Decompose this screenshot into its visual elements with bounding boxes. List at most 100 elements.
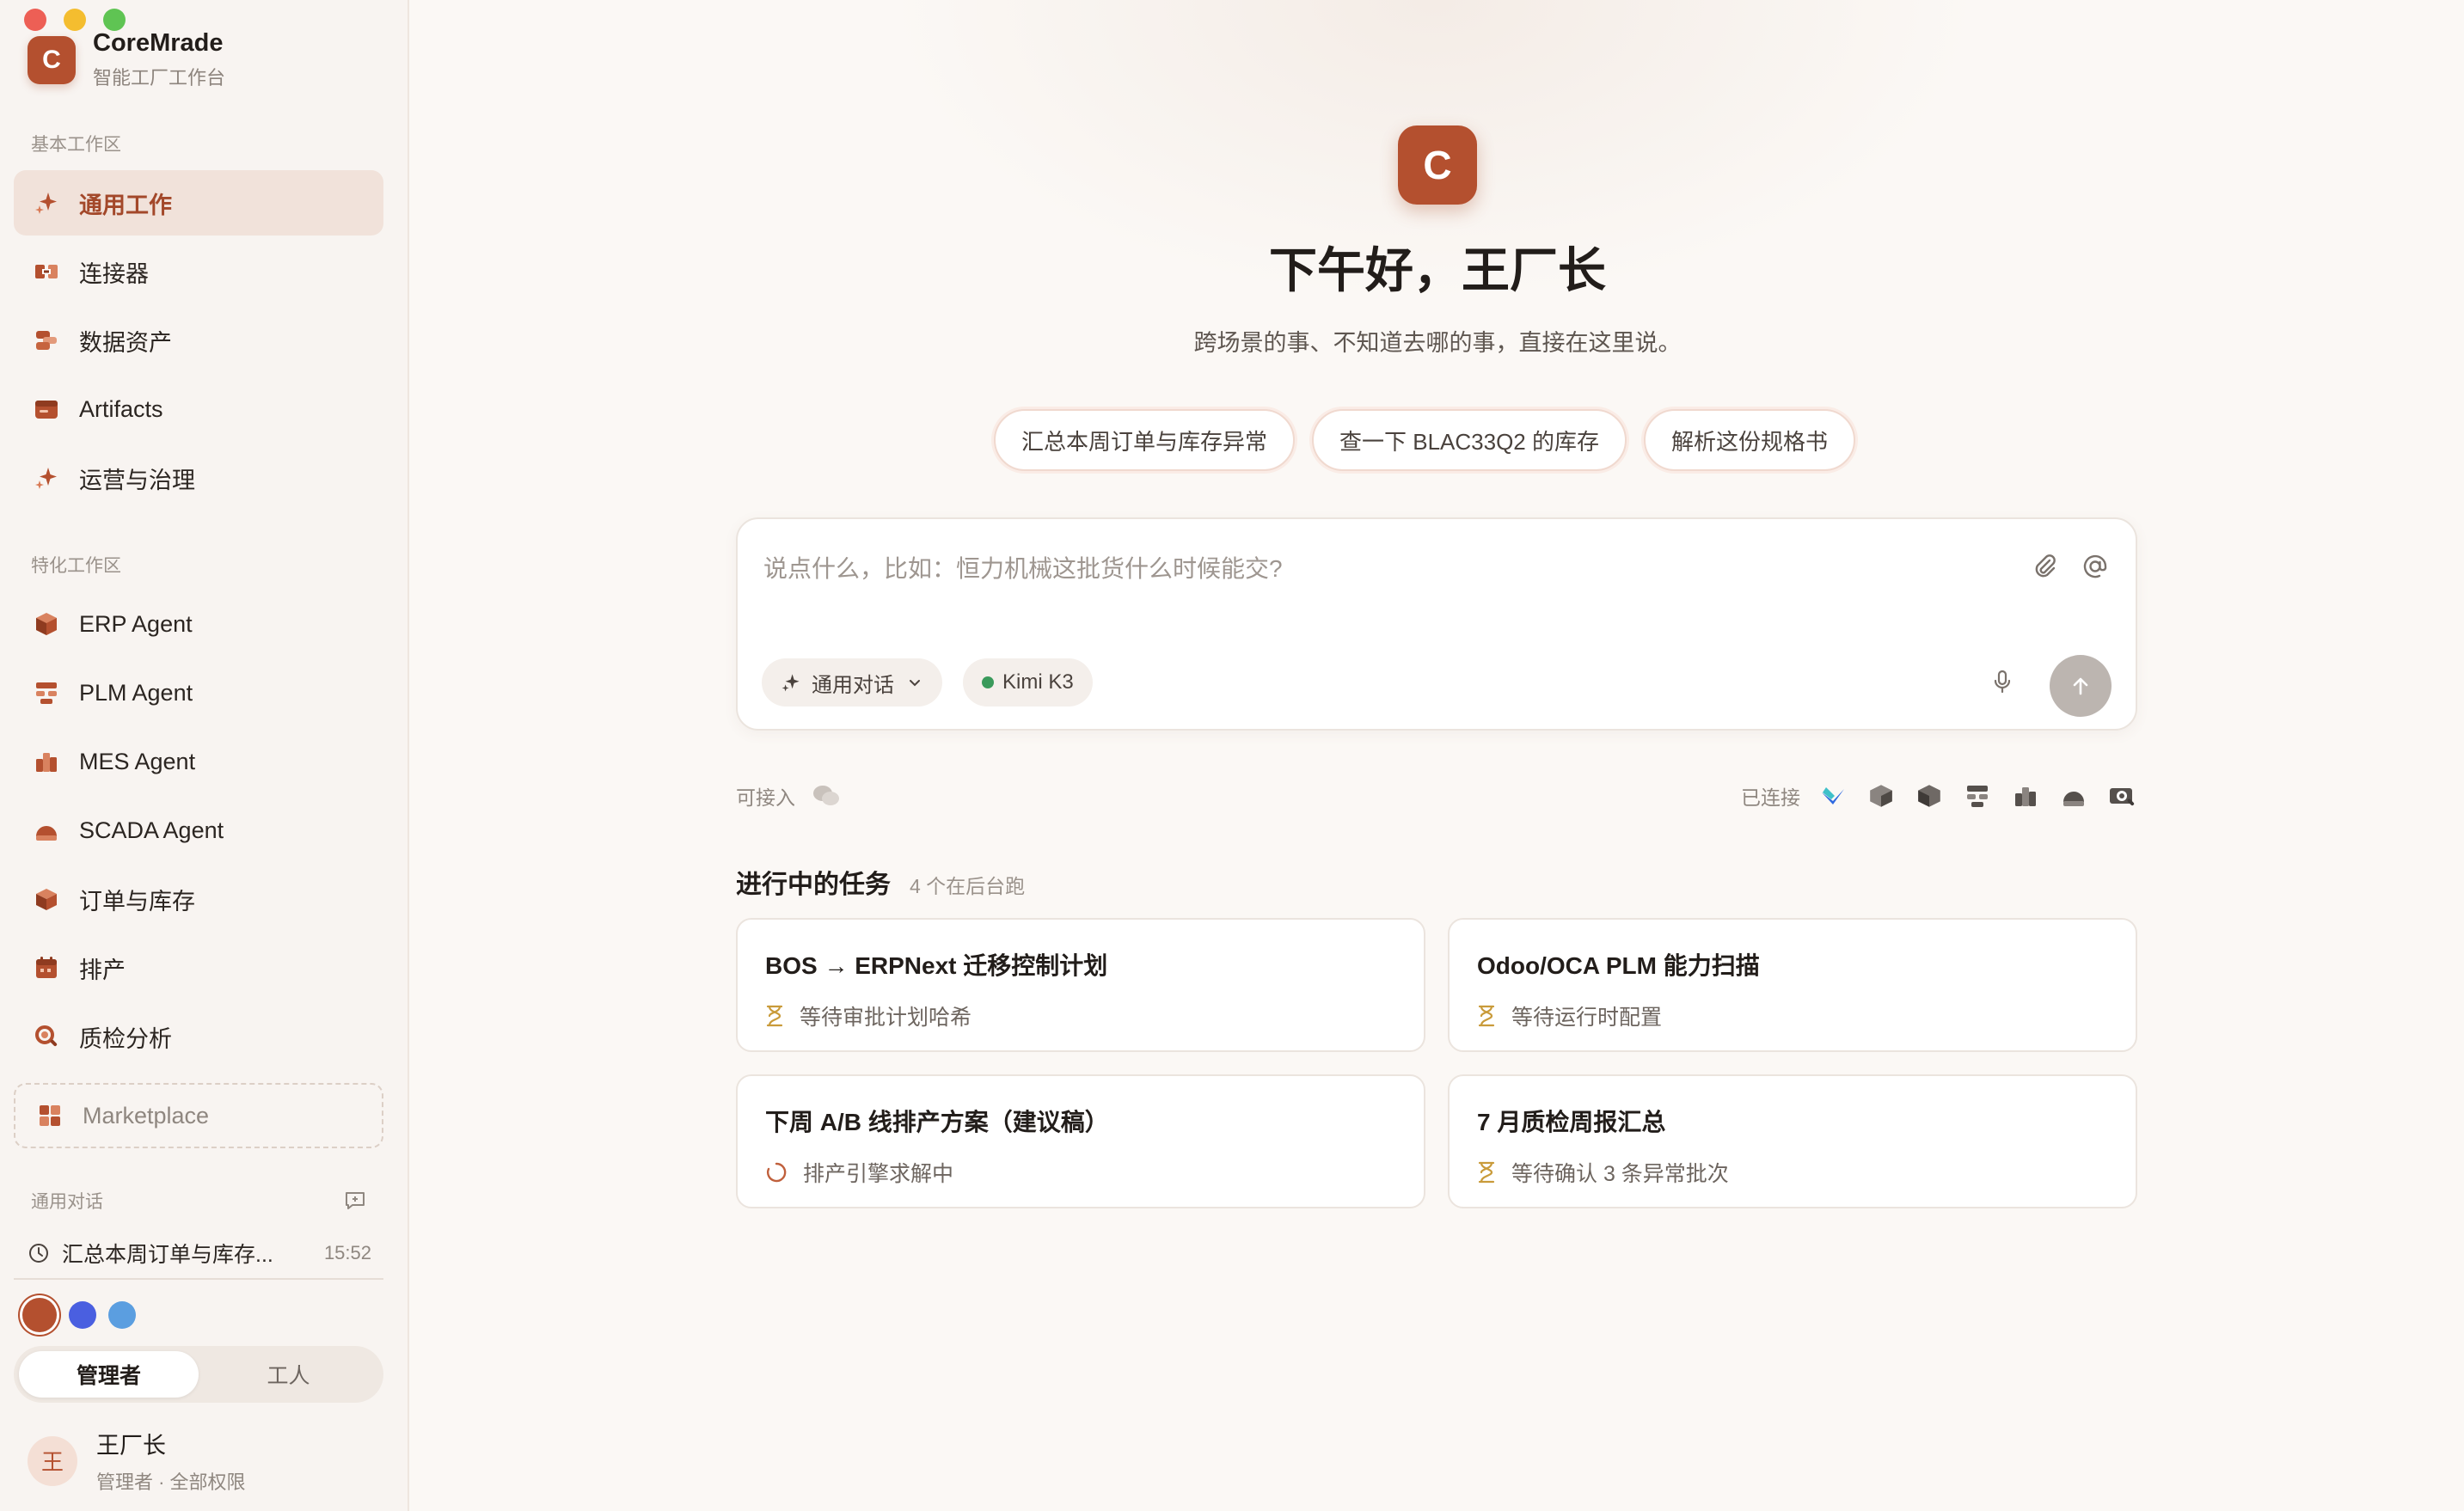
send-button[interactable]	[2050, 655, 2112, 717]
wechat-icon[interactable]	[811, 783, 842, 809]
sidebar-item-erp-agent[interactable]: ERP Agent	[14, 591, 383, 657]
main-panel: C 下午好，王厂长 跨场景的事、不知道去哪的事，直接在这里说。 汇总本周订单与库…	[411, 0, 2464, 1511]
chat-input[interactable]: 说点什么，比如：恒力机械这批货什么时候能交?	[763, 550, 1283, 584]
theme-color-picker	[22, 1298, 136, 1332]
sidebar-item-label: PLM Agent	[79, 679, 193, 706]
task-title: Odoo/OCA PLM 能力扫描	[1477, 952, 1760, 979]
model-label: Kimi K3	[1002, 670, 1074, 694]
conversation-title: 汇总本周订单与库存...	[62, 1243, 273, 1267]
task-card[interactable]: Odoo/OCA PLM 能力扫描 等待运行时配置	[1448, 918, 2137, 1052]
user-name: 王厂长	[96, 1433, 166, 1459]
marketplace-button[interactable]: Marketplace	[14, 1083, 383, 1148]
conversations-label: 通用对话	[31, 1192, 103, 1212]
factory-icon	[33, 748, 60, 775]
attach-icon[interactable]	[2031, 552, 2060, 581]
section-label-basic: 基本工作区	[31, 135, 121, 155]
conversation-time: 15:52	[323, 1242, 371, 1263]
suggestion-chips: 汇总本周订单与库存异常 查一下 BLAC33Q2 的库存 解析这份规格书	[994, 409, 1856, 471]
task-card[interactable]: 下周 A/B 线排产方案（建议稿） 排产引擎求解中	[736, 1074, 1425, 1208]
suggestion-chip[interactable]: 查一下 BLAC33Q2 的库存	[1312, 409, 1627, 471]
hourglass-icon	[766, 1005, 783, 1027]
cube-icon[interactable]	[1866, 780, 1897, 811]
sparkle-icon	[33, 464, 60, 492]
role-manager-tab[interactable]: 管理者	[19, 1351, 199, 1398]
theme-color-indigo[interactable]	[69, 1301, 96, 1329]
sidebar-item-plm-agent[interactable]: PLM Agent	[14, 660, 383, 725]
magnifier-icon	[33, 1023, 60, 1050]
microphone-icon[interactable]	[1989, 669, 2015, 694]
sidebar-item-operations[interactable]: 运营与治理	[14, 445, 383, 511]
user-role: 管理者 · 全部权限	[96, 1471, 246, 1493]
window-controls	[24, 9, 126, 31]
sidebar-item-general-work[interactable]: 通用工作	[14, 170, 383, 236]
tasks-count: 4 个在后台跑	[910, 875, 1026, 897]
sidebar: C CoreMrade 智能工厂工作台 基本工作区 通用工作 连接器 数据资产 …	[0, 0, 409, 1511]
cube-alt-icon[interactable]	[1914, 780, 1945, 811]
sidebar-item-label: 连接器	[79, 260, 149, 287]
user-profile[interactable]: 王 王厂长 管理者 · 全部权限	[28, 1427, 246, 1495]
task-status: 排产引擎求解中	[803, 1162, 954, 1186]
sparkle-icon	[781, 672, 801, 693]
task-title: BOS → ERPNext 迁移控制计划	[765, 952, 1108, 979]
model-selector[interactable]: Kimi K3	[963, 658, 1093, 707]
sidebar-item-label: SCADA Agent	[79, 817, 224, 843]
sidebar-item-label: 数据资产	[79, 329, 172, 356]
task-status: 等待运行时配置	[1511, 1006, 1663, 1030]
spinner-icon	[767, 1162, 787, 1183]
maximize-window-button[interactable]	[103, 9, 126, 31]
chevron-down-icon	[906, 674, 923, 691]
magnifier-icon[interactable]	[2106, 780, 2137, 811]
suggestion-chip[interactable]: 解析这份规格书	[1644, 409, 1856, 471]
sidebar-item-scheduling[interactable]: 排产	[14, 935, 383, 1000]
new-conversation-icon[interactable]	[344, 1190, 366, 1212]
brand-name: CoreMrade	[93, 29, 224, 57]
task-card[interactable]: 7 月质检周报汇总 等待确认 3 条异常批次	[1448, 1074, 2137, 1208]
available-label: 可接入	[736, 786, 795, 809]
gauge-icon[interactable]	[2058, 780, 2089, 811]
conversations-header: 通用对话	[31, 1188, 366, 1214]
task-card[interactable]: BOS → ERPNext 迁移控制计划 等待审批计划哈希	[736, 918, 1425, 1052]
plm-icon[interactable]	[1962, 780, 1993, 811]
sparkle-icon	[33, 189, 60, 217]
hourglass-icon	[1478, 1161, 1495, 1184]
factory-icon[interactable]	[2010, 780, 2041, 811]
sidebar-item-mes-agent[interactable]: MES Agent	[14, 729, 383, 794]
theme-color-rust[interactable]	[22, 1298, 57, 1332]
conversation-item[interactable]: 汇总本周订单与库存... 15:52	[28, 1238, 371, 1269]
feishu-icon[interactable]	[1817, 780, 1848, 811]
brand[interactable]: C CoreMrade 智能工厂工作台	[28, 29, 225, 90]
sidebar-item-quality-analysis[interactable]: 质检分析	[14, 1004, 383, 1069]
task-title: 下周 A/B 线排产方案（建议稿）	[765, 1109, 1109, 1135]
role-switch: 管理者 工人	[14, 1346, 383, 1403]
gauge-icon	[33, 817, 60, 844]
suggestion-chip[interactable]: 汇总本周订单与库存异常	[994, 409, 1296, 471]
page-subtitle: 跨场景的事、不知道去哪的事，直接在这里说。	[1193, 330, 1682, 356]
artifacts-icon	[33, 395, 60, 423]
connected-label: 已连接	[1741, 786, 1800, 809]
sidebar-item-label: ERP Agent	[79, 610, 193, 637]
sidebar-item-data-assets[interactable]: 数据资产	[14, 308, 383, 373]
sidebar-item-artifacts[interactable]: Artifacts	[14, 376, 383, 442]
hourglass-icon	[1478, 1005, 1495, 1027]
close-window-button[interactable]	[24, 9, 46, 31]
sidebar-item-orders-inventory[interactable]: 订单与库存	[14, 866, 383, 932]
role-worker-tab[interactable]: 工人	[199, 1351, 378, 1398]
connector-icon	[33, 258, 60, 285]
sidebar-item-label: 通用工作	[79, 192, 172, 218]
theme-color-sky[interactable]	[108, 1301, 136, 1329]
sidebar-item-label: 质检分析	[79, 1025, 172, 1052]
sidebar-item-connectors[interactable]: 连接器	[14, 239, 383, 304]
sidebar-item-scada-agent[interactable]: SCADA Agent	[14, 798, 383, 863]
mode-selector[interactable]: 通用对话	[762, 658, 942, 707]
grid-icon	[36, 1102, 64, 1129]
calendar-icon	[33, 954, 60, 982]
marketplace-label: Marketplace	[83, 1102, 210, 1129]
tasks-header: 进行中的任务 4 个在后台跑	[736, 863, 1025, 901]
chat-composer: 说点什么，比如：恒力机械这批货什么时候能交? 通用对话 Kimi K3	[736, 517, 2137, 731]
minimize-window-button[interactable]	[64, 9, 86, 31]
task-status: 等待确认 3 条异常批次	[1511, 1162, 1729, 1186]
data-asset-icon	[33, 327, 60, 354]
plm-icon	[33, 679, 60, 707]
mention-icon[interactable]	[2081, 552, 2110, 581]
task-title: 7 月质检周报汇总	[1477, 1109, 1666, 1135]
